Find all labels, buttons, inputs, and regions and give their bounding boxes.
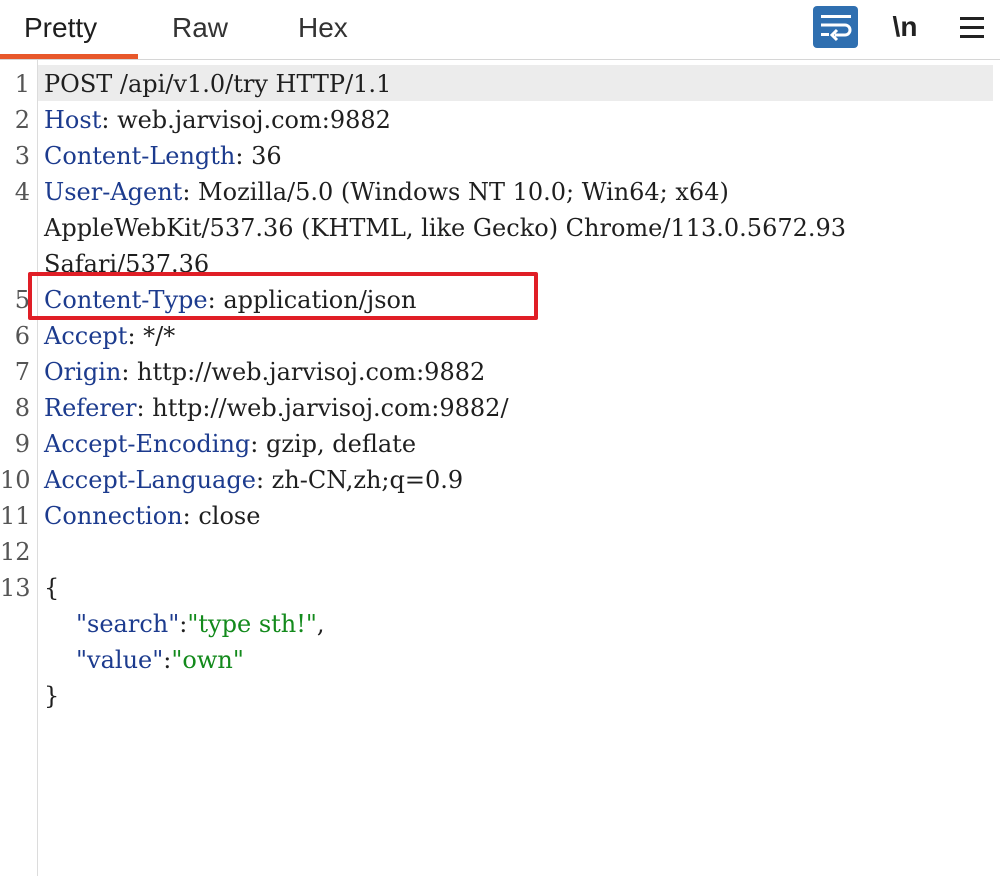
wrap-lines-icon (820, 15, 851, 42)
header-name: Referer (44, 394, 137, 422)
header-separator: : (121, 358, 138, 386)
header-line-user-agent: User-Agent: Mozilla/5.0 (Windows NT 10.0… (44, 174, 729, 210)
line-number: 10 (0, 466, 31, 494)
json-key: "search" (76, 610, 180, 638)
editor-menu-button[interactable] (952, 6, 992, 48)
hamburger-menu-icon (960, 17, 984, 38)
line-number: 6 (14, 322, 30, 350)
line-number: 8 (14, 394, 30, 422)
tab-pretty[interactable]: Pretty (24, 12, 97, 58)
header-name: Accept (44, 322, 128, 350)
header-separator: : (101, 106, 118, 134)
header-line-referer: Referer: http://web.jarvisoj.com:9882/ (44, 390, 509, 426)
json-field-search: "search":"type sth!", (76, 606, 325, 642)
header-name: Host (44, 106, 102, 134)
line-number: 7 (14, 358, 30, 386)
header-name: Accept-Encoding (44, 430, 251, 458)
show-newlines-button[interactable]: \n (884, 6, 926, 48)
json-field-value: "value":"own" (76, 642, 244, 678)
header-value: http://web.jarvisoj.com:9882 (137, 358, 486, 386)
request-line: POST /api/v1.0/try HTTP/1.1 (44, 70, 392, 98)
header-separator: : (250, 430, 266, 458)
header-separator: : (182, 178, 199, 206)
line-number: 5 (14, 286, 30, 314)
header-value: zh-CN,zh;q=0.9 (271, 466, 464, 494)
json-comma: , (316, 610, 325, 638)
content-type-highlight-box (28, 272, 538, 320)
header-separator: : (235, 142, 252, 170)
header-separator: : (127, 322, 144, 350)
header-line-accept-encoding: Accept-Encoding: gzip, deflate (44, 426, 416, 462)
header-name: Accept-Language (44, 466, 256, 494)
line-number: 3 (14, 142, 30, 170)
header-separator: : (136, 394, 153, 422)
line-number: 4 (14, 178, 30, 206)
request-editor[interactable]: 1 2 3 4 5 6 7 8 9 10 11 12 13 POST /api/… (0, 60, 1000, 876)
line-number: 9 (14, 430, 30, 458)
editor-scrollbar[interactable] (993, 60, 1000, 876)
gutter-divider (37, 60, 38, 876)
json-key: "value" (76, 646, 164, 674)
json-open-brace: { (44, 574, 60, 602)
header-name: Content-Length (44, 142, 236, 170)
line-number: 12 (0, 538, 31, 566)
message-editor-toolbar: Pretty Raw Hex \n (0, 0, 1000, 60)
line-number: 1 (14, 70, 30, 98)
header-separator: : (255, 466, 272, 494)
json-value: "own" (171, 646, 244, 674)
header-value: close (198, 502, 261, 530)
wrap-lines-button[interactable] (813, 6, 858, 48)
tab-raw[interactable]: Raw (172, 12, 228, 58)
header-value: Mozilla/5.0 (Windows NT 10.0; Win64; x64… (198, 178, 729, 206)
json-value: "type sth!" (187, 610, 317, 638)
header-value: 36 (251, 142, 282, 170)
header-name: User-Agent (44, 178, 183, 206)
line-number: 11 (0, 502, 31, 530)
header-value: gzip, deflate (265, 430, 417, 458)
active-tab-indicator (0, 54, 138, 59)
line-number: 2 (14, 106, 30, 134)
header-line-content-length: Content-Length: 36 (44, 138, 282, 174)
json-close-brace: } (44, 682, 60, 710)
header-line-host: Host: web.jarvisoj.com:9882 (44, 102, 391, 138)
tab-hex[interactable]: Hex (298, 12, 348, 58)
header-line-origin: Origin: http://web.jarvisoj.com:9882 (44, 354, 485, 390)
header-value: http://web.jarvisoj.com:9882/ (152, 394, 509, 422)
header-line-connection: Connection: close (44, 498, 260, 534)
header-value-wrapped: AppleWebKit/537.36 (KHTML, like Gecko) C… (44, 214, 847, 242)
line-number: 13 (0, 574, 31, 602)
header-separator: : (182, 502, 199, 530)
header-name: Connection (44, 502, 183, 530)
header-value: */* (143, 322, 176, 350)
header-line-accept: Accept: */* (44, 318, 175, 354)
header-line-accept-language: Accept-Language: zh-CN,zh;q=0.9 (44, 462, 463, 498)
header-name: Origin (44, 358, 122, 386)
header-value: web.jarvisoj.com:9882 (117, 106, 391, 134)
